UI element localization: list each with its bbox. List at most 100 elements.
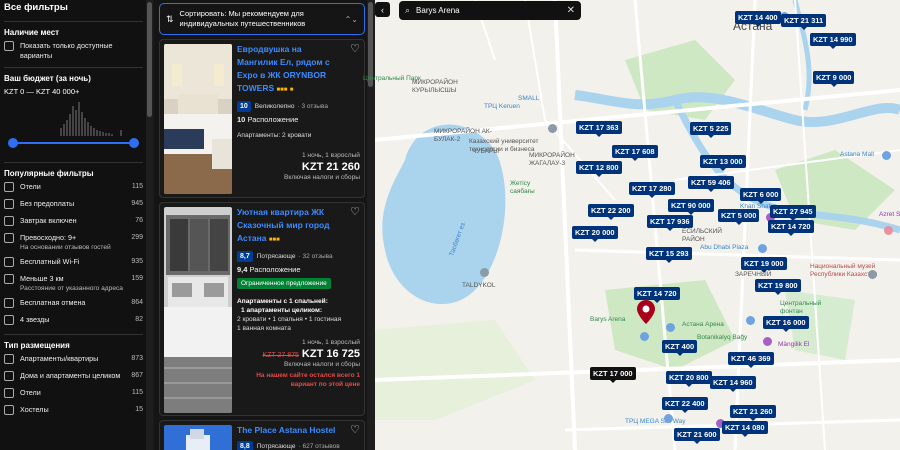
map-price-marker[interactable]: KZT 16 000 — [763, 316, 809, 332]
map-price-marker[interactable]: KZT 14 080 — [722, 421, 768, 437]
map-price-marker[interactable]: KZT 46 369 — [728, 352, 774, 368]
map[interactable] — [375, 0, 900, 450]
map-poi-icon[interactable] — [746, 316, 755, 325]
property-card[interactable]: ♡ The Place Astana Hostel 8,8 Потрясающе… — [159, 420, 365, 450]
map-price-marker[interactable]: KZT 21 260 — [730, 405, 776, 421]
filter-option[interactable]: Бесплатный Wi-Fi 935 — [4, 257, 143, 270]
checkbox[interactable] — [4, 216, 14, 226]
property-photo[interactable] — [164, 44, 232, 194]
property-title[interactable]: Уютная квартира ЖК Сказочный мир город А… — [237, 206, 360, 247]
filter-option[interactable]: 4 звезды 82 — [4, 315, 143, 328]
map-poi-icon[interactable] — [480, 268, 489, 277]
map-price-marker[interactable]: KZT 14 720 — [634, 287, 680, 303]
slider-max-handle[interactable] — [129, 138, 139, 148]
popular-filters-list: Отели 115 Без предоплаты 945 Завтрак включен… — [4, 182, 143, 328]
map-poi-icon[interactable] — [868, 270, 877, 279]
map-price-marker[interactable]: KZT 17 280 — [629, 182, 675, 198]
map-poi-icon[interactable] — [640, 332, 649, 341]
filter-option[interactable]: Отели 115 — [4, 388, 143, 401]
checkbox[interactable] — [4, 354, 14, 364]
checkbox[interactable] — [4, 274, 14, 284]
checkbox[interactable] — [4, 315, 14, 325]
map-search[interactable]: ⌕ ✕ — [399, 1, 581, 20]
map-price-marker[interactable]: KZT 400 — [662, 340, 698, 356]
filter-count: 115 — [131, 389, 143, 396]
review-count[interactable]: · 3 отзыва — [297, 103, 328, 110]
property-title[interactable]: Евродвушка на Мангилик Ел, рядом с Expo … — [237, 43, 360, 97]
filter-option[interactable]: Апартаменты/квартиры 873 — [4, 354, 143, 367]
map-price-marker[interactable]: KZT 6 000 — [740, 188, 782, 204]
property-card[interactable]: ♡ Уютная квартира ЖК Сказочный мир город… — [159, 202, 365, 416]
selected-location-marker[interactable] — [637, 300, 655, 324]
map-search-input[interactable] — [416, 6, 567, 15]
slider-min-handle[interactable] — [8, 138, 18, 148]
heart-icon[interactable]: ♡ — [350, 205, 360, 218]
property-card[interactable]: ♡ Евродвушка на Мангилик Ел, рядом с Exp… — [159, 39, 365, 198]
budget-slider[interactable] — [8, 138, 139, 148]
checkbox[interactable] — [4, 371, 14, 381]
map-price-marker[interactable]: KZT 15 293 — [646, 247, 692, 263]
map-price-marker[interactable]: KZT 9 000 — [813, 71, 855, 87]
clear-search-icon[interactable]: ✕ — [567, 5, 575, 16]
review-count[interactable]: · 32 отзыва — [299, 253, 333, 260]
filters-scrollbar[interactable] — [146, 0, 153, 450]
map-price-marker[interactable]: KZT 21 600 — [674, 428, 720, 444]
map-price-marker[interactable]: KZT 14 720 — [768, 220, 814, 236]
filter-option[interactable]: Завтрак включен 76 — [4, 216, 143, 229]
map-poi-icon[interactable] — [548, 124, 557, 133]
filter-option[interactable]: Без предоплаты 945 — [4, 199, 143, 212]
map-price-marker[interactable]: KZT 21 311 — [781, 14, 827, 30]
map-price-marker[interactable]: KZT 14 400 — [735, 11, 781, 27]
filter-option[interactable]: Меньше 3 км Расстояние от указанного адре… — [4, 274, 143, 294]
property-photo[interactable] — [164, 207, 232, 413]
collapse-list-button[interactable]: ‹ — [375, 2, 390, 17]
property-photo[interactable] — [164, 425, 232, 450]
map-price-marker[interactable]: KZT 17 363 — [576, 121, 622, 137]
map-price-marker[interactable]: KZT 59 406 — [688, 176, 734, 192]
map-price-marker[interactable]: KZT 5 000 — [718, 209, 760, 225]
map-price-marker[interactable]: KZT 20 800 — [666, 371, 712, 387]
map-poi-icon[interactable] — [763, 337, 772, 346]
map-poi-icon[interactable] — [882, 151, 891, 160]
map-poi-icon[interactable] — [884, 226, 893, 235]
map-price-marker[interactable]: KZT 17 936 — [647, 215, 693, 231]
map-poi-icon[interactable] — [666, 323, 675, 332]
filter-available-only[interactable]: Показать только доступные варианты — [4, 41, 143, 61]
checkbox[interactable] — [4, 233, 14, 243]
filter-option[interactable]: Дома и апартаменты целиком 867 — [4, 371, 143, 384]
map-price-marker[interactable]: KZT 17 608 — [612, 145, 658, 161]
map-poi-icon[interactable] — [758, 244, 767, 253]
map-price-marker[interactable]: KZT 5 225 — [690, 122, 732, 138]
map-price-marker[interactable]: KZT 13 000 — [700, 155, 746, 171]
filter-option[interactable]: Превосходно: 9+ На основании отзывов гост… — [4, 233, 143, 253]
map-price-marker[interactable]: KZT 22 400 — [662, 397, 708, 413]
map-price-marker[interactable]: KZT 20 000 — [572, 226, 618, 242]
map-price-marker[interactable]: KZT 22 200 — [588, 204, 634, 220]
map-price-marker[interactable]: KZT 27 945 — [770, 205, 816, 221]
map-price-marker[interactable]: KZT 14 960 — [710, 376, 756, 392]
heart-icon[interactable]: ♡ — [350, 42, 360, 55]
review-count[interactable]: · 627 отзывов — [299, 443, 340, 450]
map-price-marker[interactable]: KZT 14 990 — [810, 33, 856, 49]
results-scrollbar[interactable] — [367, 0, 375, 450]
checkbox[interactable] — [4, 298, 14, 308]
heart-icon[interactable]: ♡ — [350, 423, 360, 436]
filter-option[interactable]: Хостелы 15 — [4, 405, 143, 418]
checkbox[interactable] — [4, 41, 14, 51]
checkbox[interactable] — [4, 388, 14, 398]
map-price-marker[interactable]: KZT 17 000 — [590, 367, 636, 383]
checkbox[interactable] — [4, 405, 14, 415]
checkbox[interactable] — [4, 257, 14, 267]
filter-option[interactable]: Отели 115 — [4, 182, 143, 195]
map-poi-icon[interactable] — [664, 414, 673, 423]
map-price-marker[interactable]: KZT 19 800 — [755, 279, 801, 295]
checkbox[interactable] — [4, 199, 14, 209]
checkbox[interactable] — [4, 182, 14, 192]
map-price-marker[interactable]: KZT 90 000 — [668, 199, 714, 215]
property-title[interactable]: The Place Astana Hostel — [237, 424, 360, 437]
scrollbar-thumb[interactable] — [147, 2, 152, 117]
map-price-marker[interactable]: KZT 12 800 — [576, 161, 622, 177]
sort-dropdown[interactable]: ⇅ Сортировать: Мы рекомендуем для индиви… — [159, 3, 365, 35]
map-price-marker[interactable]: KZT 19 000 — [741, 257, 787, 273]
filter-option[interactable]: Бесплатная отмена 864 — [4, 298, 143, 311]
